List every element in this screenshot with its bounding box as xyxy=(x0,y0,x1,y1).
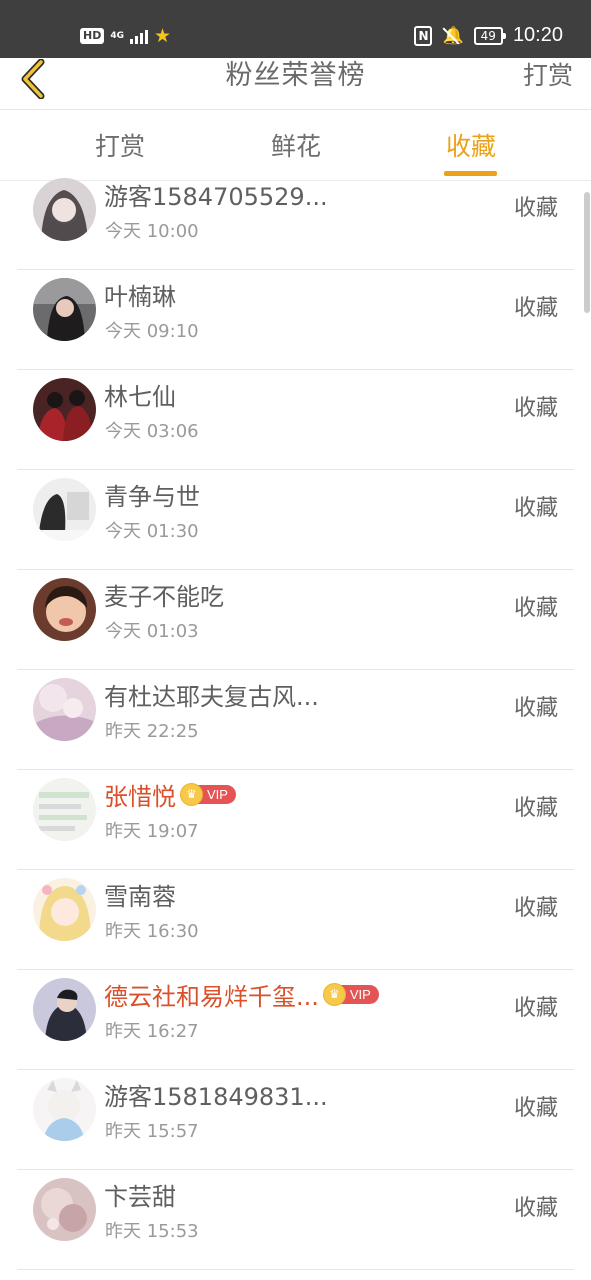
name-line: 德云社和易烊千玺... ♛ VIP xyxy=(104,976,379,1012)
fan-time: 昨天 19:07 xyxy=(105,821,199,842)
fan-time: 今天 01:03 xyxy=(105,621,199,642)
name-line: 有杜达耶夫复古风... xyxy=(104,676,319,712)
name-line: 叶楠琳 xyxy=(104,276,176,312)
fan-action: 收藏 xyxy=(513,896,558,921)
name-line: 游客1581849831... xyxy=(104,1076,328,1112)
name-line: 张惜悦 ♛ VIP xyxy=(104,776,236,812)
list-item[interactable]: 叶楠琳 今天 09:10 收藏 xyxy=(17,270,574,370)
fan-action: 收藏 xyxy=(513,196,558,221)
crown-icon: ♛ xyxy=(180,782,203,806)
status-time: 10:20 xyxy=(512,24,563,46)
star-icon: ★ xyxy=(154,25,172,47)
signal-icon xyxy=(130,28,148,44)
fan-name: 游客1581849831... xyxy=(104,1082,328,1111)
list-item[interactable]: 游客1584705529... 今天 10:00 收藏 xyxy=(17,170,574,270)
avatar xyxy=(33,178,96,241)
fan-name: 林七仙 xyxy=(104,382,176,411)
name-line: 麦子不能吃 xyxy=(104,576,224,612)
vip-badge: ♛ VIP xyxy=(180,782,236,806)
list-item[interactable]: 林七仙 今天 03:06 收藏 xyxy=(17,370,574,470)
fan-action: 收藏 xyxy=(513,996,558,1021)
nav-bar: 粉丝荣誉榜 打赏 xyxy=(0,58,591,110)
fan-time: 今天 09:10 xyxy=(105,321,199,342)
fan-name: 张惜悦 xyxy=(104,782,176,811)
avatar xyxy=(33,578,96,641)
list-item[interactable]: 有杜达耶夫复古风... 昨天 22:25 收藏 xyxy=(17,670,574,770)
scrollbar[interactable] xyxy=(584,192,590,313)
avatar xyxy=(33,778,96,841)
fan-action: 收藏 xyxy=(513,796,558,821)
vip-badge: ♛ VIP xyxy=(322,982,379,1006)
fan-action: 收藏 xyxy=(513,696,558,721)
avatar xyxy=(33,1078,96,1141)
fan-name: 麦子不能吃 xyxy=(104,582,224,611)
fan-name: 卞芸甜 xyxy=(104,1182,176,1211)
fan-action: 收藏 xyxy=(513,1196,558,1221)
status-right: N 🔔 49 10:20 xyxy=(414,24,563,47)
fan-name: 有杜达耶夫复古风... xyxy=(104,682,319,711)
avatar xyxy=(33,878,96,941)
fan-name: 青争与世 xyxy=(104,482,200,511)
fan-time: 昨天 22:25 xyxy=(105,721,199,742)
avatar xyxy=(33,978,96,1041)
hd-badge: HD xyxy=(80,28,105,44)
fan-name: 德云社和易烊千玺... xyxy=(104,982,319,1011)
fan-action: 收藏 xyxy=(513,496,558,521)
list-item[interactable]: 德云社和易烊千玺... ♛ VIP 昨天 16:27 收藏 xyxy=(17,970,574,1070)
name-line: 青争与世 xyxy=(104,476,200,512)
fan-time: 昨天 16:30 xyxy=(105,921,199,942)
avatar xyxy=(33,1178,96,1241)
avatar xyxy=(33,378,96,441)
battery-icon: 49 xyxy=(473,26,507,45)
fan-time: 昨天 15:53 xyxy=(105,1221,199,1242)
avatar xyxy=(33,278,96,341)
status-bar: HD 4G ★ N 🔔 49 10:20 xyxy=(0,0,591,58)
fan-name: 雪南蓉 xyxy=(104,882,176,911)
name-line: 游客1584705529... xyxy=(104,176,328,212)
reward-button[interactable]: 打赏 xyxy=(523,58,573,94)
fan-time: 今天 01:30 xyxy=(105,521,199,542)
fan-name: 叶楠琳 xyxy=(104,282,176,311)
list-item[interactable]: 雪南蓉 昨天 16:30 收藏 xyxy=(17,870,574,970)
list-item[interactable]: 游客1581849831... 昨天 15:57 收藏 xyxy=(17,1070,574,1170)
fan-time: 今天 10:00 xyxy=(105,221,199,242)
list-item[interactable]: 卞芸甜 昨天 15:53 收藏 xyxy=(17,1170,574,1270)
page-title: 粉丝荣誉榜 xyxy=(225,60,366,91)
nfc-icon: N xyxy=(414,25,433,46)
name-line: 雪南蓉 xyxy=(104,876,176,912)
list-item[interactable]: 张惜悦 ♛ VIP 昨天 19:07 收藏 xyxy=(17,770,574,870)
avatar xyxy=(33,678,96,741)
fan-action: 收藏 xyxy=(513,296,558,321)
name-line: 林七仙 xyxy=(104,376,176,412)
fan-action: 收藏 xyxy=(513,396,558,421)
fan-time: 昨天 15:57 xyxy=(105,1121,199,1142)
fan-name: 游客1584705529... xyxy=(104,182,328,211)
fan-time: 今天 03:06 xyxy=(105,421,199,442)
status-left: HD 4G ★ xyxy=(80,25,172,47)
name-line: 卞芸甜 xyxy=(104,1176,176,1212)
crown-icon: ♛ xyxy=(322,982,346,1006)
list-item[interactable]: 青争与世 今天 01:30 收藏 xyxy=(17,470,574,570)
list-item[interactable]: 麦子不能吃 今天 01:03 收藏 xyxy=(17,570,574,670)
fan-action: 收藏 xyxy=(513,1096,558,1121)
avatar xyxy=(33,478,96,541)
fan-time: 昨天 16:27 xyxy=(105,1021,199,1042)
network-type: 4G xyxy=(110,30,124,41)
fan-action: 收藏 xyxy=(513,596,558,621)
mute-bell-icon: 🔔 xyxy=(442,25,464,46)
